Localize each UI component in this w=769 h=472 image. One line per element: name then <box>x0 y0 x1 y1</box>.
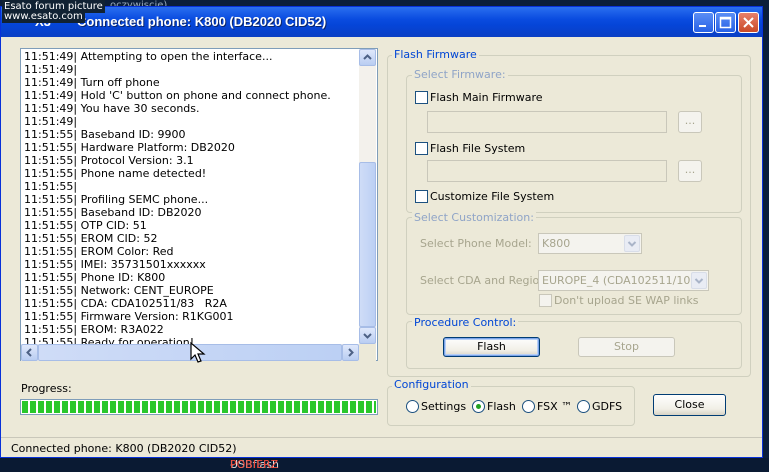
customize-file-system-checkbox[interactable] <box>415 190 428 203</box>
close-icon <box>743 17 754 28</box>
log-line: 11:51:55| Baseband ID: DB2020 <box>24 206 202 219</box>
browse-file-system-button[interactable]: ... <box>678 160 702 182</box>
mouse-cursor-icon <box>190 341 206 363</box>
log-lines: 11:51:49| Attempting to open the interfa… <box>24 50 357 345</box>
progress-label: Progress: <box>21 382 72 395</box>
log-line: 11:51:55| Profiling SEMC phone... <box>24 193 209 206</box>
customize-file-system-label: Customize File System <box>430 190 555 203</box>
scroll-thumb[interactable] <box>359 162 376 327</box>
file-system-path-input[interactable] <box>427 160 667 182</box>
main-firmware-path-input[interactable] <box>427 111 667 133</box>
log-line: 11:51:55| Baseband ID: 9900 <box>24 128 186 141</box>
window-title: Connected phone: K800 (DB2020 CID52) <box>77 14 327 29</box>
log-line: 11:51:49| <box>24 63 78 76</box>
log-output[interactable]: 11:51:49| Attempting to open the interfa… <box>20 48 378 361</box>
status-bar: Connected phone: K800 (DB2020 CID52) <box>1 437 762 457</box>
chevron-down-icon <box>363 333 372 339</box>
scroll-corner <box>359 344 376 361</box>
chevron-left-icon <box>26 348 32 357</box>
log-line: 11:51:49| Hold 'C' button on phone and c… <box>24 89 331 102</box>
minimize-icon <box>699 25 706 27</box>
download-link[interactable]: POBIERZ <box>230 458 278 471</box>
select-firmware-title: Select Firmware: <box>412 68 508 81</box>
radio-fsx-label: FSX ™ <box>537 400 573 413</box>
chevron-down-icon <box>627 241 637 247</box>
log-line: 11:51:49| You have 30 seconds. <box>24 102 200 115</box>
desktop-bottom-strip: USBflash - POBIERZ <box>0 458 769 472</box>
log-line: 11:51:55| Hardware Platform: DB2020 <box>24 141 235 154</box>
log-line: 11:51:55| Phone name detected! <box>24 167 207 180</box>
log-line: 11:51:55| IMEI: 35731501xxxxxx <box>24 258 206 271</box>
stop-button[interactable]: Stop <box>578 337 675 357</box>
radio-selected-dot <box>476 404 481 409</box>
progress-bar <box>20 399 378 415</box>
no-wap-links-checkbox[interactable] <box>539 294 552 307</box>
log-line: 11:51:55| Phone ID: K800 <box>24 271 166 284</box>
radio-settings-label: Settings <box>421 400 467 413</box>
phone-model-value: K800 <box>542 237 571 250</box>
radio-flash[interactable] <box>472 400 485 413</box>
flash-firmware-title: Flash Firmware <box>392 48 479 61</box>
scroll-right-button[interactable] <box>342 344 359 361</box>
radio-settings[interactable] <box>406 400 419 413</box>
no-wap-links-label: Don't upload SE WAP links <box>554 294 699 307</box>
log-line: 11:51:49| <box>24 115 78 128</box>
flash-main-firmware-checkbox[interactable] <box>415 91 428 104</box>
scroll-down-button[interactable] <box>359 327 376 344</box>
radio-gdfs-label: GDFS <box>592 400 623 413</box>
phone-model-dropdown-button[interactable] <box>624 235 640 252</box>
maximize-icon <box>719 16 732 29</box>
x3-flasher-window: X3 Connected phone: K800 (DB2020 CID52) … <box>0 6 763 458</box>
maximize-button[interactable] <box>715 12 736 33</box>
log-line: 11:51:55| EROM CID: 52 <box>24 232 158 245</box>
log-line: 11:51:49| Turn off phone <box>24 76 160 89</box>
close-button[interactable]: Close <box>653 394 726 416</box>
close-window-button[interactable] <box>738 12 759 33</box>
log-line: 11:51:55| EROM: R3A022 <box>24 323 164 336</box>
status-text: Connected phone: K800 (DB2020 CID52) <box>11 442 237 455</box>
cda-region-label: Select CDA and Region: <box>420 274 550 287</box>
phone-model-select[interactable]: K800 <box>538 233 642 254</box>
minimize-button[interactable] <box>693 12 714 33</box>
flash-button[interactable]: Flash <box>443 337 540 357</box>
scroll-left-button[interactable] <box>21 344 38 361</box>
configuration-title: Configuration <box>392 378 471 391</box>
log-line: 11:51:55| Firmware Version: R1KG001 <box>24 310 234 323</box>
phone-model-label: Select Phone Model: <box>420 237 532 250</box>
chevron-up-icon <box>363 54 372 60</box>
scroll-up-button[interactable] <box>359 49 376 66</box>
cda-region-select[interactable]: EUROPE_4 (CDA102511/101) <box>538 270 709 291</box>
log-line: 11:51:49| Attempting to open the interfa… <box>24 50 273 63</box>
cda-region-dropdown-button[interactable] <box>691 272 707 289</box>
flash-file-system-label: Flash File System <box>430 142 526 155</box>
select-customization-title: Select Customization: <box>412 211 536 224</box>
log-line: 11:51:55| Protocol Version: 3.1 <box>24 154 194 167</box>
radio-gdfs[interactable] <box>577 400 590 413</box>
procedure-control-title: Procedure Control: <box>412 316 519 329</box>
cda-region-value: EUROPE_4 (CDA102511/101) <box>542 274 702 287</box>
radio-fsx[interactable] <box>522 400 535 413</box>
progress-fill <box>22 401 376 413</box>
log-vertical-scrollbar[interactable] <box>359 49 376 344</box>
log-line: 11:51:55| Network: CENT_EUROPE <box>24 284 214 297</box>
flash-main-firmware-label: Flash Main Firmware <box>430 91 543 104</box>
watermark-line2: www.esato.com <box>2 11 85 23</box>
chevron-right-icon <box>348 348 354 357</box>
chevron-down-icon <box>694 278 704 284</box>
log-line: 11:51:55| CDA: CDA102511/83 R2A <box>24 297 227 310</box>
browse-main-firmware-button[interactable]: ... <box>678 111 702 133</box>
log-line: 11:51:55| EROM Color: Red <box>24 245 174 258</box>
flash-file-system-checkbox[interactable] <box>415 142 428 155</box>
title-bar[interactable]: X3 Connected phone: K800 (DB2020 CID52) <box>1 7 762 37</box>
log-line: 11:51:55| OTP CID: 51 <box>24 219 147 232</box>
radio-flash-label: Flash <box>487 400 516 413</box>
log-line: 11:51:55| <box>24 180 78 193</box>
